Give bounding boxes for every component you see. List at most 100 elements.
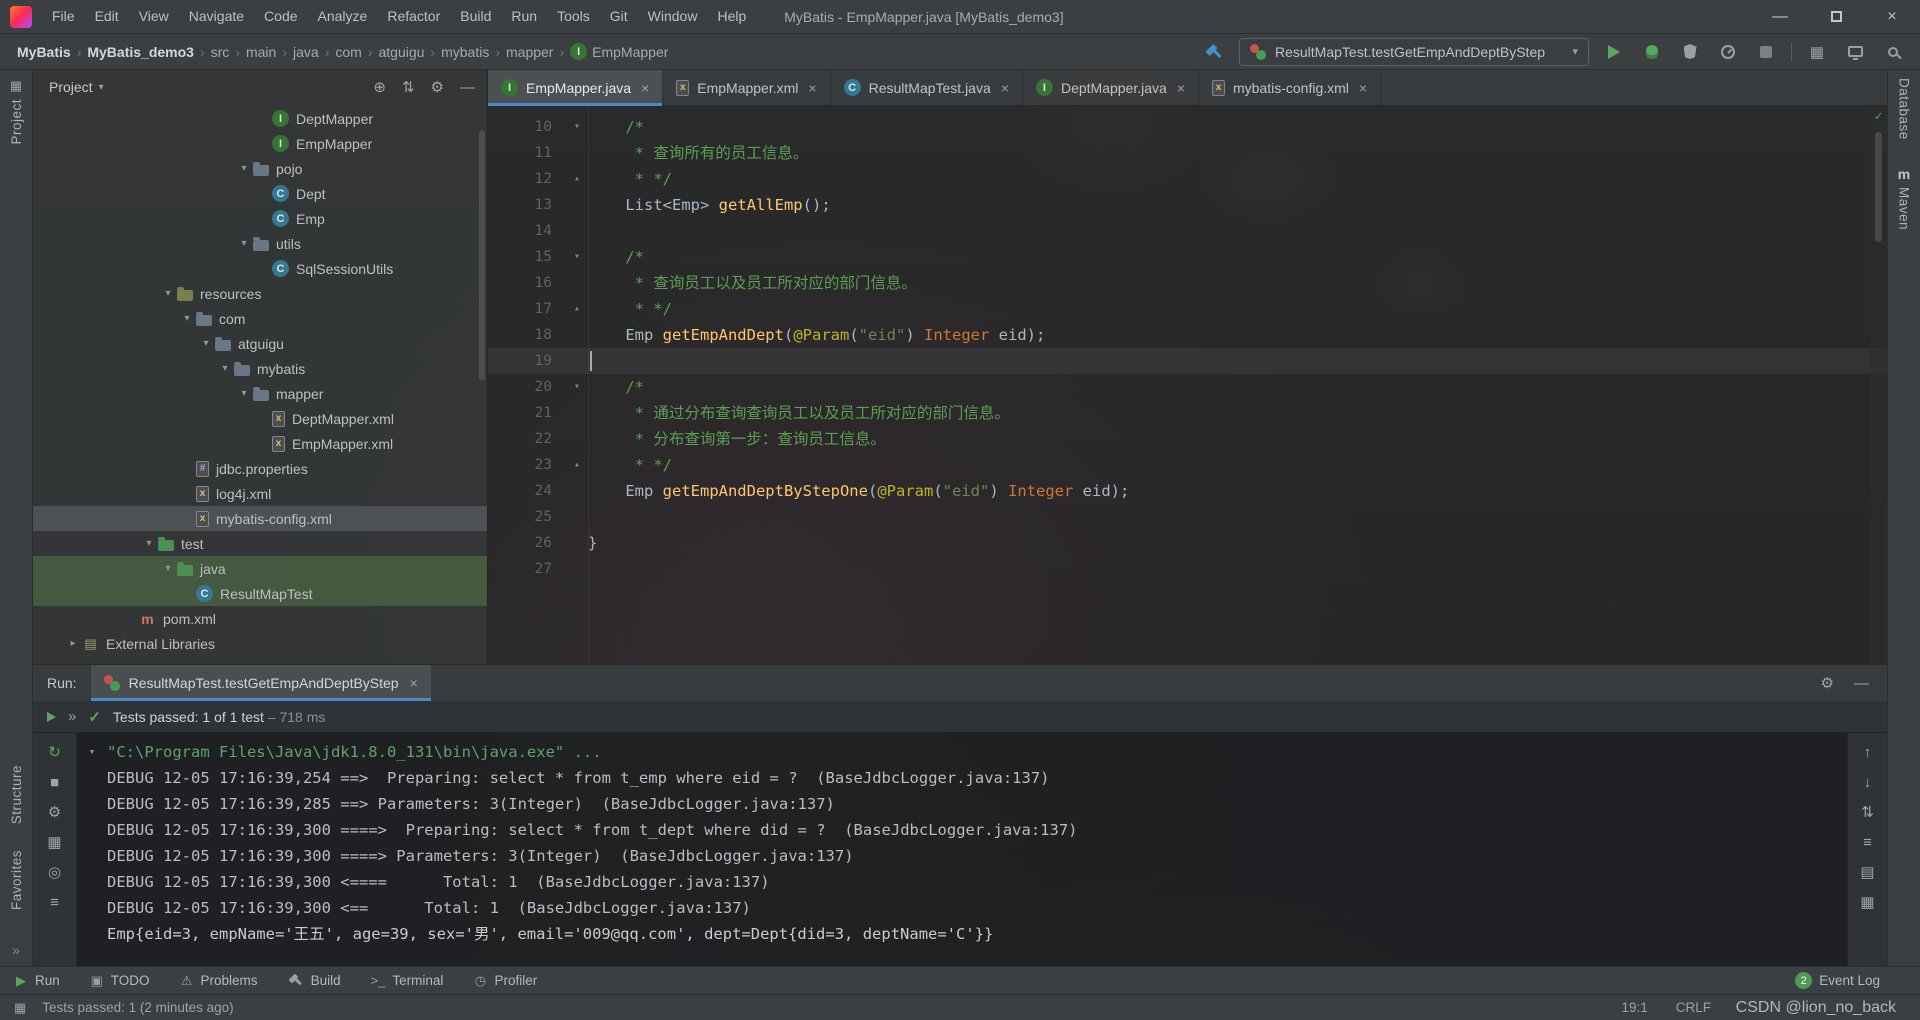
menu-window[interactable]: Window: [638, 0, 708, 33]
toolwindow-button-run[interactable]: ▶Run: [14, 973, 60, 989]
tree-item[interactable]: xDeptMapper.xml: [33, 406, 487, 431]
fold-marker-icon[interactable]: ▴: [566, 296, 588, 322]
expanded-arrow-icon[interactable]: ▾: [159, 563, 177, 574]
editor-tab[interactable]: CResultMapTest.java×: [831, 70, 1023, 105]
tree-item[interactable]: IDeptMapper: [33, 106, 487, 131]
toolwindow-stripe-favorites[interactable]: Favorites: [9, 850, 24, 910]
menu-help[interactable]: Help: [707, 0, 756, 33]
tree-item[interactable]: #jdbc.properties: [33, 456, 487, 481]
line-number[interactable]: 20: [488, 374, 566, 400]
stop-icon[interactable]: ■: [50, 775, 59, 790]
settings-gear-icon[interactable]: ⚙: [1821, 676, 1834, 691]
clear-console-icon[interactable]: ▦: [1860, 895, 1874, 910]
toolwindow-button-terminal[interactable]: >_Terminal: [371, 973, 444, 989]
event-log-button[interactable]: 2 Event Log: [1795, 972, 1906, 989]
menu-navigate[interactable]: Navigate: [179, 0, 254, 33]
close-button[interactable]: ×: [1864, 0, 1920, 33]
hide-panel-icon[interactable]: —: [1854, 676, 1869, 691]
menu-edit[interactable]: Edit: [85, 0, 129, 33]
scroll-to-end-icon[interactable]: ⇅: [1861, 805, 1874, 820]
toolwindow-button-build[interactable]: Build: [288, 973, 341, 989]
fold-marker-icon[interactable]: ▴: [566, 452, 588, 478]
expanded-arrow-icon[interactable]: ▾: [197, 338, 215, 349]
tree-item[interactable]: ▾atguigu: [33, 331, 487, 356]
history-icon[interactable]: ≡: [50, 895, 59, 910]
expanded-arrow-icon[interactable]: ▾: [216, 363, 234, 374]
restore-layout-icon[interactable]: ▦: [47, 835, 61, 850]
scrollbar[interactable]: [479, 130, 485, 380]
expanded-arrow-icon[interactable]: ▾: [235, 163, 253, 174]
tree-item[interactable]: CDept: [33, 181, 487, 206]
menu-refactor[interactable]: Refactor: [377, 0, 450, 33]
tree-item[interactable]: ▾mybatis: [33, 356, 487, 381]
tree-item[interactable]: ▾resources: [33, 281, 487, 306]
tree-item[interactable]: CEmp: [33, 206, 487, 231]
breadcrumb-item[interactable]: com: [332, 42, 364, 62]
profiler-button[interactable]: [1715, 39, 1741, 65]
tree-item[interactable]: CResultMapTest: [33, 581, 487, 606]
scroll-up-icon[interactable]: ↑: [1864, 745, 1872, 760]
breadcrumb-item[interactable]: java: [290, 42, 322, 62]
tree-item[interactable]: ▾com: [33, 306, 487, 331]
line-number[interactable]: 16: [488, 270, 566, 296]
double-chevron-icon[interactable]: »: [68, 708, 76, 725]
breadcrumb-item[interactable]: src: [208, 42, 233, 62]
tree-item[interactable]: ▾test: [33, 531, 487, 556]
line-number[interactable]: 19: [488, 348, 566, 374]
fold-marker-icon[interactable]: ▾: [566, 114, 588, 140]
tree-item[interactable]: ▾mapper: [33, 381, 487, 406]
coverage-button[interactable]: [1677, 39, 1703, 65]
minimize-button[interactable]: —: [1752, 0, 1808, 33]
close-icon[interactable]: ×: [1359, 80, 1367, 96]
scrollbar-thumb[interactable]: [1875, 132, 1882, 242]
tree-item[interactable]: mpom.xml: [33, 606, 487, 631]
tree-item[interactable]: ▾utils: [33, 231, 487, 256]
run-button[interactable]: [1601, 39, 1627, 65]
tree-item[interactable]: xEmpMapper.xml: [33, 431, 487, 456]
fold-marker-icon[interactable]: ▾: [566, 244, 588, 270]
editor-tab[interactable]: xmybatis-config.xml×: [1199, 70, 1381, 105]
hide-panel-icon[interactable]: —: [460, 80, 475, 95]
tree-item[interactable]: xmybatis-config.xml: [33, 506, 487, 531]
line-number[interactable]: 26: [488, 530, 566, 556]
scroll-down-icon[interactable]: ↓: [1864, 775, 1872, 790]
more-toolwindows-icon[interactable]: »: [12, 942, 20, 958]
search-everywhere-icon[interactable]: [1880, 39, 1906, 65]
menu-build[interactable]: Build: [450, 0, 501, 33]
toolwindow-stripe-maven[interactable]: mMaven: [1897, 166, 1912, 230]
breadcrumb-item[interactable]: main: [243, 42, 279, 62]
menu-run[interactable]: Run: [501, 0, 547, 33]
breadcrumb-item[interactable]: IEmpMapper: [567, 41, 671, 62]
expander-icon[interactable]: ▾: [77, 739, 107, 765]
run-configuration-select[interactable]: ResultMapTest.testGetEmpAndDeptByStep ▾: [1239, 38, 1589, 66]
line-number[interactable]: 10: [488, 114, 566, 140]
toolwindow-button-todo[interactable]: ▣TODO: [90, 973, 150, 989]
editor-tab[interactable]: IDeptMapper.java×: [1023, 70, 1199, 105]
close-icon[interactable]: ×: [641, 80, 649, 96]
stop-button[interactable]: [1753, 39, 1779, 65]
fold-marker-icon[interactable]: ▾: [566, 374, 588, 400]
collapsed-arrow-icon[interactable]: ▸: [64, 638, 82, 649]
breadcrumb-item[interactable]: MyBatis: [14, 42, 74, 62]
pin-icon[interactable]: ◎: [48, 865, 61, 880]
caret-position[interactable]: 19:1: [1621, 1000, 1647, 1015]
menu-view[interactable]: View: [129, 0, 179, 33]
test-settings-icon[interactable]: ⚙: [48, 805, 61, 820]
toolwindow-stripe-database[interactable]: Database: [1897, 78, 1912, 140]
menu-analyze[interactable]: Analyze: [308, 0, 378, 33]
locate-file-icon[interactable]: ⊕: [373, 80, 386, 95]
breadcrumb-item[interactable]: mapper: [503, 42, 556, 62]
line-number[interactable]: 14: [488, 218, 566, 244]
tree-item[interactable]: ▾java: [33, 556, 487, 581]
line-number[interactable]: 11: [488, 140, 566, 166]
menu-git[interactable]: Git: [600, 0, 638, 33]
expanded-arrow-icon[interactable]: ▾: [159, 288, 177, 299]
settings-gear-icon[interactable]: ⚙: [431, 80, 444, 95]
tree-item[interactable]: CSqlSessionUtils: [33, 256, 487, 281]
line-separator[interactable]: CRLF: [1676, 1000, 1711, 1015]
rerun-icon[interactable]: ↻: [48, 745, 61, 760]
tree-item[interactable]: xlog4j.xml: [33, 481, 487, 506]
maximize-button[interactable]: [1808, 0, 1864, 33]
toolwindow-button-profiler[interactable]: ◷Profiler: [473, 973, 537, 989]
toolwindow-stripe-project[interactable]: ▦Project: [9, 78, 24, 145]
